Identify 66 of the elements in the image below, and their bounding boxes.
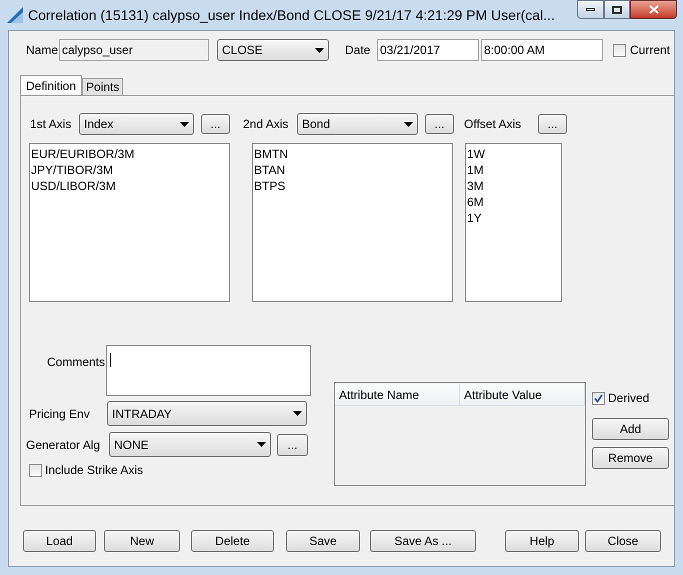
list-box[interactable]: BMTN BTAN BTPS [252, 143, 453, 302]
dialog-button[interactable]: Load [23, 530, 96, 552]
minimize-button[interactable] [577, 0, 604, 19]
date-label: Date [345, 42, 372, 59]
pricing-env-dropdown[interactable]: INTRADAY [107, 401, 307, 426]
second-axis-dropdown[interactable]: Bond [297, 113, 418, 135]
dialog-button[interactable]: Save As ... [370, 530, 476, 552]
first-axis-dropdown[interactable]: Index [79, 113, 194, 135]
caret-icon [315, 48, 324, 52]
tab[interactable]: Points [82, 78, 124, 95]
window-title: Correlation (15131) calypso_user Index/Bond CLOSE 9/21/17 4:21:29 PM User(cal... [28, 6, 555, 25]
more-button[interactable]: ... [277, 434, 308, 456]
generator-alg-dropdown[interactable]: NONE [109, 432, 271, 457]
offset-axis-label: Offset Axis [464, 116, 522, 133]
close-icon [648, 5, 658, 14]
list-item[interactable]: 1M [466, 162, 561, 178]
list-box[interactable]: EUR/EURIBOR/3M JPY/TIBOR/3M USD/LIBOR/3M [29, 143, 230, 302]
generator-alg-label: Generator Alg [26, 436, 102, 454]
time-field[interactable]: 8:00:00 AM [481, 39, 603, 61]
more-button[interactable]: ... [201, 114, 230, 134]
list-box[interactable]: 1W 1M 3M 6M 1Y [465, 143, 562, 302]
column-header[interactable]: Attribute Name [335, 384, 460, 406]
caret-icon [293, 411, 302, 416]
dialog-button[interactable]: Save [286, 530, 360, 552]
list-item[interactable]: BTPS [253, 178, 452, 194]
list-item[interactable]: 6M [466, 194, 561, 210]
derived-checkbox[interactable] [592, 392, 605, 404]
list-item[interactable]: 1Y [466, 210, 561, 226]
caret-icon [180, 122, 189, 126]
include-strike-axis-label: Include Strike Axis [45, 462, 144, 479]
dialog-button[interactable]: Close [585, 530, 661, 552]
maximize-button[interactable] [604, 0, 630, 19]
comments-label: Comments [47, 354, 106, 371]
second-axis-label: 2nd Axis [243, 116, 290, 133]
dialog-button[interactable]: New [104, 530, 180, 552]
table-action-button[interactable]: Add [592, 418, 669, 440]
list-item[interactable]: 1W [466, 146, 561, 162]
caret-icon [257, 442, 266, 447]
column-header[interactable]: Attribute Value [460, 384, 585, 406]
checkmark-icon [594, 394, 603, 402]
list-item[interactable]: 3M [466, 178, 561, 194]
current-checkbox[interactable] [613, 44, 626, 56]
include-strike-axis-checkbox[interactable] [29, 464, 42, 476]
first-axis-label: 1st Axis [30, 116, 72, 133]
list-item[interactable]: BMTN [253, 146, 452, 162]
name-label: Name [26, 42, 59, 59]
current-label: Current [630, 42, 670, 59]
dialog-button[interactable]: Delete [191, 530, 274, 552]
list-item[interactable]: EUR/EURIBOR/3M [30, 146, 229, 162]
set-dropdown[interactable]: CLOSE [217, 39, 329, 61]
comments-field[interactable] [106, 345, 311, 396]
tab[interactable]: Definition [20, 75, 82, 95]
name-field[interactable]: calypso_user [59, 39, 209, 61]
date-field[interactable]: 03/21/2017 [377, 39, 479, 61]
more-button[interactable]: ... [538, 114, 567, 134]
more-button[interactable]: ... [425, 114, 454, 134]
dialog-button[interactable]: Help [505, 530, 579, 552]
list-item[interactable]: USD/LIBOR/3M [30, 178, 229, 194]
list-item[interactable]: BTAN [253, 162, 452, 178]
caret-icon [404, 122, 413, 126]
table-action-button[interactable]: Remove [592, 447, 669, 469]
list-item[interactable]: JPY/TIBOR/3M [30, 162, 229, 178]
pricing-env-label: Pricing Env [29, 406, 91, 422]
close-button[interactable] [630, 0, 677, 19]
derived-label: Derived [608, 390, 650, 407]
app-logo-icon [6, 6, 24, 24]
